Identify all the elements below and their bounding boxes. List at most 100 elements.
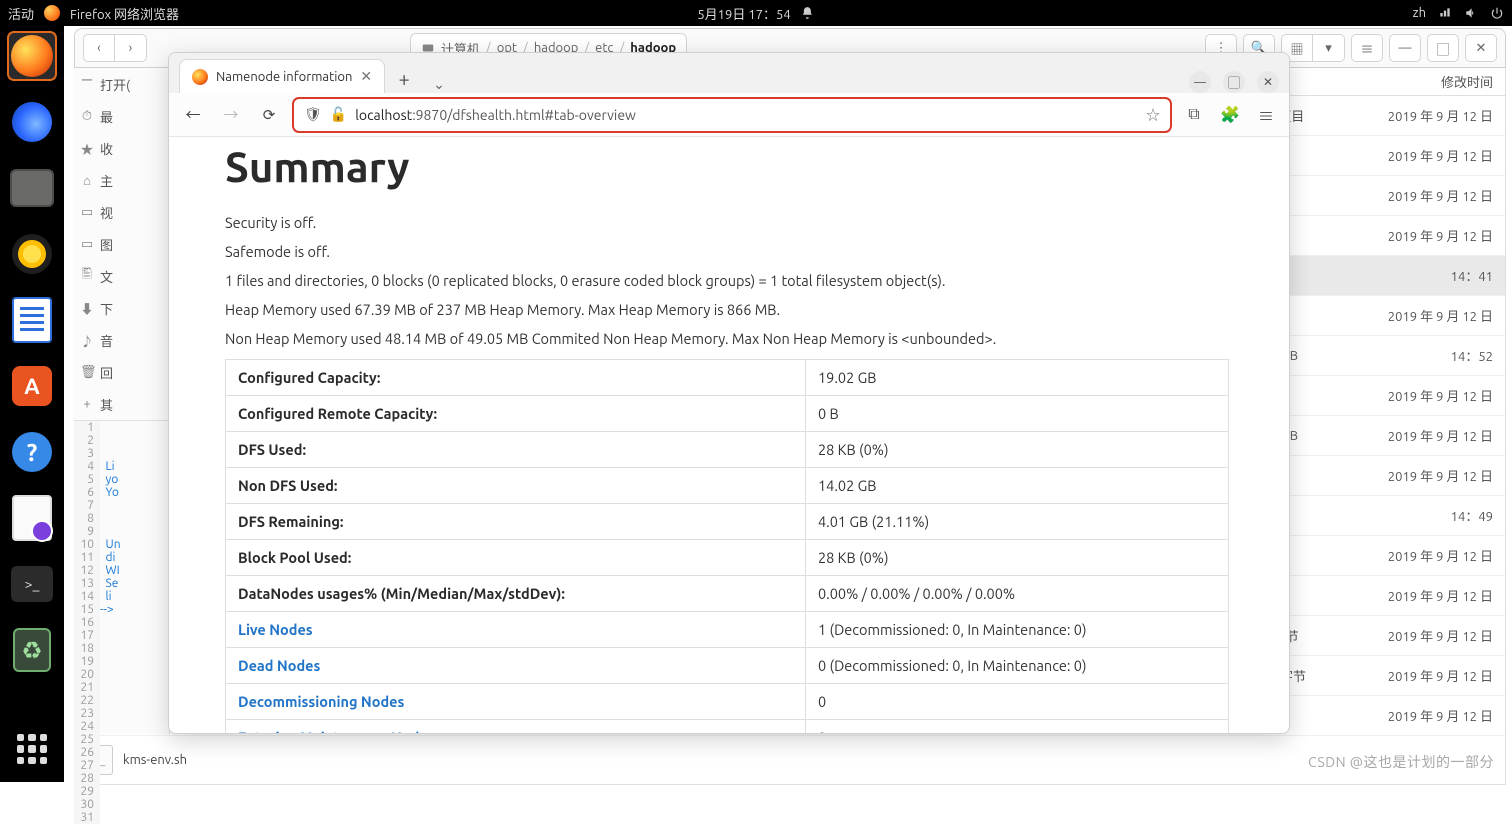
sidebar-item[interactable]: ▭视 [74,196,169,228]
code-line: 9 [74,525,169,538]
col-mtime[interactable]: 修改时间 [1365,72,1505,91]
back-button[interactable]: ← [179,101,207,129]
clock[interactable]: 5月19日 17：54 [697,4,790,23]
show-applications[interactable] [17,734,47,764]
gnome-topbar: 活动 Firefox 网络浏览器 5月19日 17：54 zh [0,0,1512,26]
view-dropdown-button[interactable]: ▾ [1313,34,1345,62]
code-line: 18 [74,642,169,655]
code-line: 1 [74,421,169,434]
bookmark-star-icon[interactable]: ☆ [1146,105,1160,125]
sidebar-item[interactable]: ⏱最 [74,100,169,132]
summary-value: 0 [806,684,1229,720]
sidebar-item[interactable]: 🗑回 [74,356,169,388]
window-minimize[interactable]: — [1389,34,1421,62]
window-maximize[interactable]: ▢ [1223,71,1245,93]
file-mtime: 2019 年 9 月 12 日 [1365,466,1505,485]
code-line: 5 yo [74,473,169,486]
browser-tab[interactable]: Namenode information ✕ [179,59,385,93]
code-line: 11 di [74,551,169,564]
dock-files[interactable] [8,164,56,212]
page-title: Summary [225,143,1229,190]
sidebar-icon: ⏱ [80,109,94,124]
code-line: 25 [74,733,169,746]
summary-link[interactable]: Dead Nodes [238,657,320,674]
window-close[interactable]: ✕ [1465,34,1497,62]
table-row: DFS Remaining:4.01 GB (21.11%) [226,504,1229,540]
sidebar-item-label: 其 [100,395,113,414]
sidebar-icon: ⌂ [80,173,94,188]
sidebar-item[interactable]: ⬇下 [74,292,169,324]
file-mtime: 2019 年 9 月 12 日 [1365,426,1505,445]
nav-back-button[interactable]: ‹ [83,34,115,62]
tabs-dropdown-icon[interactable]: ⌄ [423,76,455,93]
bell-icon [801,6,815,20]
sidebar-icon: ★ [80,139,94,158]
dock-software[interactable] [8,362,56,410]
file-mtime: 2019 年 9 月 12 日 [1365,706,1505,725]
dock-thunderbird[interactable] [8,98,56,146]
table-row: Dead Nodes0 (Decommissioned: 0, In Maint… [226,648,1229,684]
sidebar-icon: 🗑 [80,365,94,380]
gedit-icon [12,495,52,541]
dock-gedit[interactable] [8,494,56,542]
shield-icon: 🛡 [304,106,322,123]
url-bar[interactable]: 🛡 🔓 localhost:9870/dfshealth.html#tab-ov… [293,98,1171,132]
tab-strip: Namenode information ✕ + ⌄ — ▢ ✕ [169,53,1289,93]
table-row: Non DFS Used:14.02 GB [226,468,1229,504]
code-line: 16 [74,616,169,629]
dock-writer[interactable] [8,296,56,344]
rhythmbox-icon [12,234,52,274]
summary-key: Decommissioning Nodes [226,684,806,720]
summary-value: 4.01 GB (21.11%) [806,504,1229,540]
dock-help[interactable]: ? [8,428,56,476]
sidebar-item[interactable]: ▭图 [74,228,169,260]
activities-button[interactable]: 活动 [8,4,34,23]
code-line: 19 [74,655,169,668]
firefox-icon [192,69,208,85]
active-app-name: Firefox 网络浏览器 [70,4,179,23]
sidebar-item[interactable]: +其 [74,388,169,420]
dock-firefox[interactable] [8,32,56,80]
code-line: 2 [74,434,169,447]
sidebar-item-label: 图 [100,235,113,254]
software-icon [12,366,52,406]
close-tab-icon[interactable]: ✕ [360,68,372,85]
summary-key: Configured Remote Capacity: [226,396,806,432]
terminal-icon: >_ [11,566,53,602]
sidebar-item[interactable]: 🖺文 [74,260,169,292]
file-row[interactable]: >_kms-env.sh [75,736,1505,784]
volume-icon[interactable] [1464,6,1478,20]
window-minimize[interactable]: — [1189,71,1211,93]
app-menu-icon[interactable]: ≡ [1253,102,1279,128]
window-close[interactable]: ✕ [1257,71,1279,93]
sidebar-item-label: 主 [100,171,113,190]
code-line: 17 [74,629,169,642]
network-icon[interactable] [1438,6,1452,20]
summary-value: 1 (Decommissioned: 0, In Maintenance: 0) [806,612,1229,648]
sidebar-item[interactable]: ♪音 [74,324,169,356]
dock-terminal[interactable]: >_ [8,560,56,608]
summary-key: Live Nodes [226,612,806,648]
power-icon[interactable] [1490,6,1504,20]
extensions-icon[interactable]: 🧩 [1217,102,1243,128]
sidebar-item-label: 回 [100,363,113,382]
summary-link[interactable]: Decommissioning Nodes [238,693,404,710]
menu-button[interactable]: ≡ [1351,34,1383,62]
dock-rhythmbox[interactable] [8,230,56,278]
sidebar-item[interactable]: ★收 [74,132,169,164]
input-language[interactable]: zh [1413,6,1426,20]
firefox-window: Namenode information ✕ + ⌄ — ▢ ✕ ← → ⟳ 🛡… [168,52,1290,734]
summary-value: 0 [806,720,1229,734]
file-mtime: 2019 年 9 月 12 日 [1365,106,1505,125]
gedit-editor-peek: 1234 Li5 yo6 Yo78910 Un11 di12 WI13 Se14… [74,420,169,824]
open-dialog-label: 打开( [74,68,169,100]
pocket-icon[interactable]: ⧉ [1181,102,1207,128]
new-tab-button[interactable]: + [389,63,419,93]
reload-button[interactable]: ⟳ [255,101,283,129]
nav-forward-button[interactable]: › [115,34,147,62]
summary-link[interactable]: Entering Maintenance Nodes [238,729,435,733]
dock-trash[interactable] [8,626,56,674]
window-maximize[interactable]: ▢ [1427,34,1459,62]
sidebar-item[interactable]: ⌂主 [74,164,169,196]
summary-link[interactable]: Live Nodes [238,621,313,638]
